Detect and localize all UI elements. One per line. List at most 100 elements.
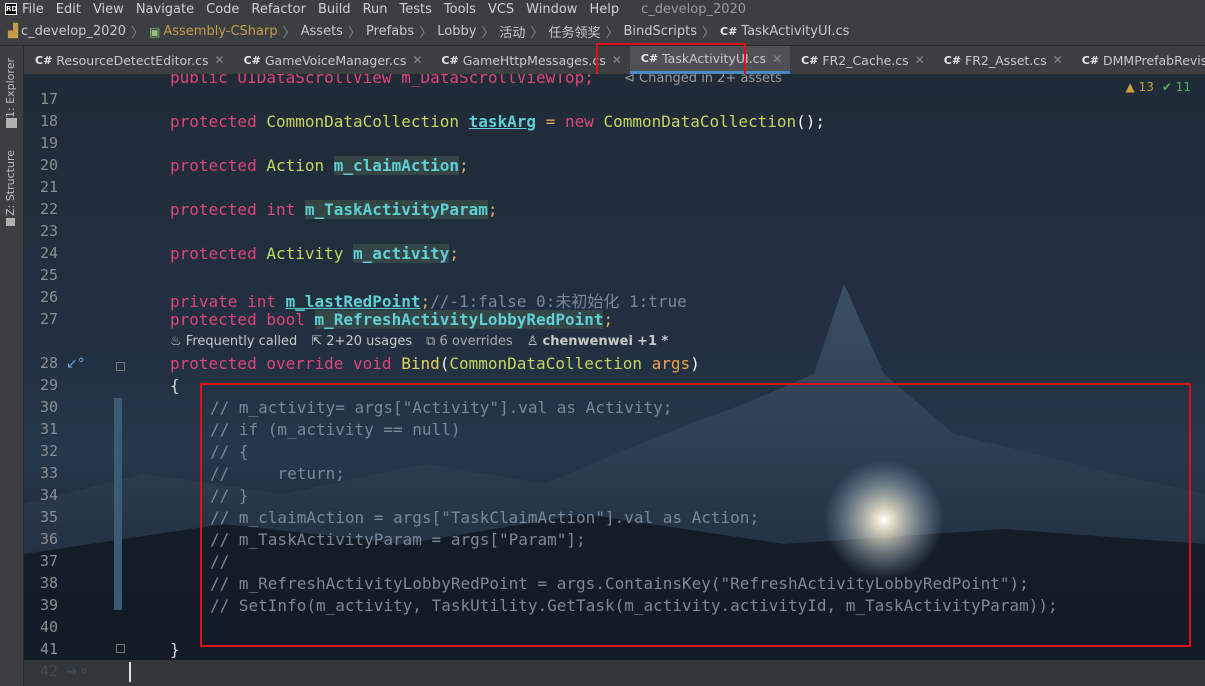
structure-tool-tab[interactable]: Z: Structure <box>4 150 17 216</box>
tab-label: TaskActivityUI.cs <box>662 51 767 66</box>
tab-game-http-messages[interactable]: C# GameHttpMessages.cs ✕ <box>430 46 629 74</box>
tab-game-voice-manager[interactable]: C# GameVoiceManager.cs ✕ <box>233 46 431 74</box>
menu-refactor[interactable]: Refactor <box>251 2 306 17</box>
menu-view[interactable]: View <box>93 2 124 17</box>
field-name: taskArg <box>468 112 537 131</box>
tab-resource-detect-editor[interactable]: C# ResourceDetectEditor.cs ✕ <box>24 46 233 74</box>
code-editor[interactable]: 17 18 19 20 21 22 23 24 25 26 27 28 29 3… <box>24 74 1205 686</box>
line-number: 23 <box>39 222 58 240</box>
code-line-20: protected Action m_claimAction; <box>170 156 469 175</box>
tab-label: GameHttpMessages.cs <box>462 52 606 68</box>
type-name: Activity <box>266 244 354 263</box>
tab-fr2-asset[interactable]: C# FR2_Asset.cs ✕ <box>933 46 1071 74</box>
window-title: c_develop_2020 <box>641 1 747 17</box>
tab-fr2-cache[interactable]: C# FR2_Cache.cs ✕ <box>790 46 933 74</box>
code-line-31: // if (m_activity == null) <box>210 420 461 439</box>
breadcrumb-assets[interactable]: Assets <box>301 24 343 39</box>
breadcrumb-label: Assembly-CSharp <box>163 24 278 39</box>
menu-tools[interactable]: Tools <box>444 2 476 17</box>
usages-hint[interactable]: ⇱ 2+20 usages <box>311 334 412 349</box>
punctuation: (); <box>796 112 826 131</box>
code-line-29: { <box>170 376 180 395</box>
close-icon[interactable]: ✕ <box>412 53 422 67</box>
close-icon[interactable]: ✕ <box>915 53 925 67</box>
vcs-change-marker[interactable] <box>114 398 122 610</box>
author-name: chenwenwei <box>542 334 633 349</box>
inspection-widget[interactable]: ▲ 13 ✔ 11 <box>1126 80 1191 94</box>
line-number: 26 <box>39 288 58 306</box>
code-line-33: // return; <box>210 464 345 483</box>
operator: = <box>536 112 565 131</box>
menu-edit[interactable]: Edit <box>56 2 81 17</box>
close-icon[interactable]: ✕ <box>215 53 225 67</box>
line-number: 40 <box>39 618 58 636</box>
editor-tab-bar: C# ResourceDetectEditor.cs ✕ C# GameVoiceMa… <box>24 46 1205 74</box>
line-number: 34 <box>39 486 58 504</box>
line-number: 31 <box>39 420 58 438</box>
project-icon: ▣ <box>149 24 161 39</box>
breadcrumb-prefabs[interactable]: Prefabs <box>366 24 414 39</box>
csharp-file-icon: C# <box>1081 53 1100 67</box>
breadcrumb-separator: 〉 <box>419 26 433 41</box>
menu-window[interactable]: Window <box>526 2 577 17</box>
line-number: 22 <box>39 200 58 218</box>
menu-file[interactable]: File <box>22 2 44 17</box>
frequently-called-hint[interactable]: ♨ Frequently called <box>170 334 297 349</box>
breadcrumb-lobby[interactable]: Lobby <box>437 24 476 39</box>
menu-code[interactable]: Code <box>206 2 239 17</box>
code-vision-hints: ♨ Frequently called ⇱ 2+20 usages ⧉ 6 ov… <box>170 334 668 349</box>
breadcrumb-separator: 〉 <box>347 26 361 41</box>
menu-navigate[interactable]: Navigate <box>136 2 194 17</box>
breadcrumb-file[interactable]: C# TaskActivityUI.cs <box>720 24 849 39</box>
fold-icon[interactable] <box>116 362 125 371</box>
line-number: 32 <box>39 442 58 460</box>
ok-count: 11 <box>1175 80 1191 94</box>
code-line-38: // m_RefreshActivityLobbyRedPoint = args… <box>210 574 1029 593</box>
tab-dmm-prefab-revision-window[interactable]: C#DMMPrefabRevisionWindow.cs <box>1071 46 1205 74</box>
code-line-27: protected bool m_RefreshActivityLobbyRed… <box>170 310 613 329</box>
tab-label: FR2_Asset.cs <box>965 52 1047 68</box>
fold-icon[interactable] <box>116 644 125 653</box>
breadcrumb-solution[interactable]: ▟ c_develop_2020 <box>8 24 126 39</box>
code-line-32: // { <box>210 442 249 461</box>
field-name: m_RefreshActivityLobbyRedPoint <box>314 310 604 329</box>
menu-help[interactable]: Help <box>589 2 619 17</box>
line-number: 36 <box>39 530 58 548</box>
text-caret <box>129 662 131 682</box>
punctuation: ( <box>439 354 450 373</box>
close-icon[interactable]: ✕ <box>612 53 622 67</box>
breadcrumb-bindscripts[interactable]: BindScripts <box>623 24 697 39</box>
line-number: 24 <box>39 244 58 262</box>
usages-icon: ⇱ <box>311 334 327 349</box>
code-line-35: // m_claimAction = args["TaskClaimAction… <box>210 508 760 527</box>
breadcrumb-project[interactable]: ▣ Assembly-CSharp <box>149 24 278 39</box>
tab-task-activity-ui[interactable]: C# TaskActivityUI.cs ✕ <box>629 46 791 74</box>
csharp-file-icon: C# <box>640 52 659 65</box>
close-icon[interactable]: ✕ <box>772 52 782 66</box>
breadcrumb-task-reward[interactable]: 任务领奖 <box>548 22 600 41</box>
method-name: Bind <box>401 354 440 373</box>
rider-logo-icon: RD <box>5 3 18 15</box>
menu-vcs[interactable]: VCS <box>488 2 514 17</box>
explorer-tool-tab[interactable]: 1: Explorer <box>4 58 17 118</box>
menu-build[interactable]: Build <box>318 2 351 17</box>
keyword: protected <box>170 112 267 131</box>
author-hint[interactable]: ♙ chenwenwei +1 * <box>527 334 669 349</box>
menu-tests[interactable]: Tests <box>400 2 432 17</box>
overrides-icon: ⧉ <box>426 334 440 349</box>
overrides-hint[interactable]: ⧉ 6 overrides <box>426 334 513 349</box>
field-name: m_TaskActivityParam <box>304 200 488 219</box>
menu-run[interactable]: Run <box>363 2 388 17</box>
close-icon[interactable]: ✕ <box>1053 53 1063 67</box>
breadcrumb-activity[interactable]: 活动 <box>499 22 525 41</box>
breadcrumb-label: c_develop_2020 <box>21 24 126 39</box>
code-line-30: // m_activity= args["Activity"].val as A… <box>210 398 673 417</box>
parameter-name: args <box>651 354 691 373</box>
line-number: 33 <box>39 464 58 482</box>
override-gutter-icon[interactable]: ↙° <box>66 356 85 372</box>
line-number: 20 <box>39 156 58 174</box>
tool-window-strip: 1: Explorer Z: Structure <box>0 46 24 686</box>
changed-in-assets-hint[interactable]: ⊲ Changed in 2+ assets <box>624 74 782 86</box>
breadcrumb-separator: 〉 <box>530 26 544 41</box>
breadcrumb-separator: 〉 <box>481 26 495 41</box>
